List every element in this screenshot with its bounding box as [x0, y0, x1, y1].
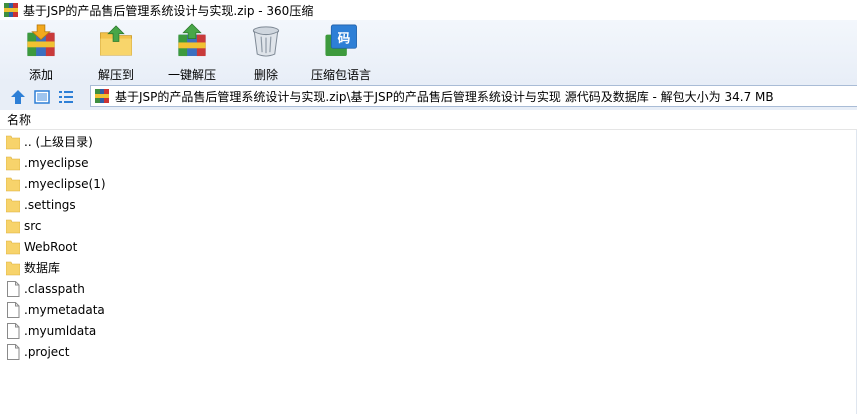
one-click-extract-icon — [178, 23, 206, 57]
folder-icon — [6, 155, 20, 171]
item-name: src — [24, 218, 42, 233]
svg-text:码: 码 — [338, 30, 351, 45]
navigation-bar: 基于JSP的产品售后管理系统设计与实现.zip\基于JSP的产品售后管理系统设计… — [0, 83, 857, 110]
item-name: .myeclipse(1) — [24, 176, 106, 191]
file-icon — [6, 301, 20, 318]
extract-to-button[interactable]: 解压到 — [92, 20, 140, 83]
item-name: WebRoot — [24, 239, 78, 254]
up-button[interactable] — [9, 88, 27, 106]
file-rows: .. (上级目录) .myeclipse .myeclipse(1) .sett… — [0, 130, 857, 362]
item-name: .classpath — [24, 281, 85, 296]
compress-language-button[interactable]: 码 压缩包语言 — [309, 20, 373, 83]
one-click-extract-button[interactable]: 一键解压 — [163, 20, 221, 83]
add-button[interactable]: 添加 — [20, 20, 62, 83]
address-path: 基于JSP的产品售后管理系统设计与实现.zip\基于JSP的产品售后管理系统设计… — [115, 89, 774, 104]
item-name: .mymetadata — [24, 302, 105, 317]
item-name: .myumldata — [24, 323, 97, 338]
list-item[interactable]: WebRoot — [0, 236, 857, 257]
file-list: 名称 .. (上级目录) .myeclipse .myeclipse(1) .s… — [0, 110, 857, 414]
list-view-button[interactable] — [57, 88, 75, 106]
list-item[interactable]: .myeclipse — [0, 152, 857, 173]
compress-language-label: 压缩包语言 — [310, 68, 371, 82]
folder-icon — [6, 197, 20, 213]
archive-icon — [4, 3, 18, 17]
list-item[interactable]: src — [0, 215, 857, 236]
list-item[interactable]: .settings — [0, 194, 857, 215]
file-icon — [6, 343, 20, 360]
delete-button[interactable]: 删除 — [246, 20, 286, 83]
column-header-label: 名称 — [7, 113, 32, 127]
thumbnail-view-button[interactable] — [33, 88, 51, 106]
list-item[interactable]: .myumldata — [0, 320, 857, 341]
list-item[interactable]: .project — [0, 341, 857, 362]
list-item[interactable]: .. (上级目录) — [0, 131, 857, 152]
encoding-icon: 码 — [325, 24, 357, 57]
window-title: 基于JSP的产品售后管理系统设计与实现.zip - 360压缩 — [23, 3, 314, 18]
list-item[interactable]: .mymetadata — [0, 299, 857, 320]
item-name: .project — [24, 344, 70, 359]
folder-icon — [6, 239, 20, 255]
item-name: .settings — [24, 197, 76, 212]
title-bar: 基于JSP的产品售后管理系统设计与实现.zip - 360压缩 — [0, 0, 857, 20]
folder-icon — [6, 260, 20, 276]
extract-to-label: 解压到 — [97, 68, 134, 82]
window-view-icon — [34, 89, 50, 104]
folder-icon — [6, 176, 20, 192]
trash-icon — [252, 26, 280, 57]
file-icon — [6, 322, 20, 339]
add-label: 添加 — [28, 68, 53, 82]
folder-icon — [6, 134, 20, 150]
list-icon — [59, 90, 73, 103]
item-name: .myeclipse — [24, 155, 89, 170]
list-item[interactable]: 数据库 — [0, 257, 857, 278]
arrow-up-icon — [11, 89, 25, 104]
column-header-name[interactable]: 名称 — [0, 110, 857, 130]
folder-icon — [6, 218, 20, 234]
app-window: 基于JSP的产品售后管理系统设计与实现.zip - 360压缩 添加 解压到 一… — [0, 0, 857, 414]
list-item[interactable]: .myeclipse(1) — [0, 173, 857, 194]
address-bar[interactable]: 基于JSP的产品售后管理系统设计与实现.zip\基于JSP的产品售后管理系统设计… — [90, 85, 857, 107]
list-item[interactable]: .classpath — [0, 278, 857, 299]
item-name: 数据库 — [24, 261, 61, 275]
file-icon — [6, 280, 20, 297]
item-name: .. (上级目录) — [24, 135, 93, 149]
extract-folder-icon — [100, 25, 132, 56]
one-click-extract-label: 一键解压 — [167, 68, 216, 82]
add-archive-icon — [27, 24, 55, 57]
delete-label: 删除 — [253, 68, 278, 82]
toolbar: 添加 解压到 一键解压 删除 码 压缩包语言 — [0, 20, 857, 83]
archive-icon — [95, 89, 109, 103]
